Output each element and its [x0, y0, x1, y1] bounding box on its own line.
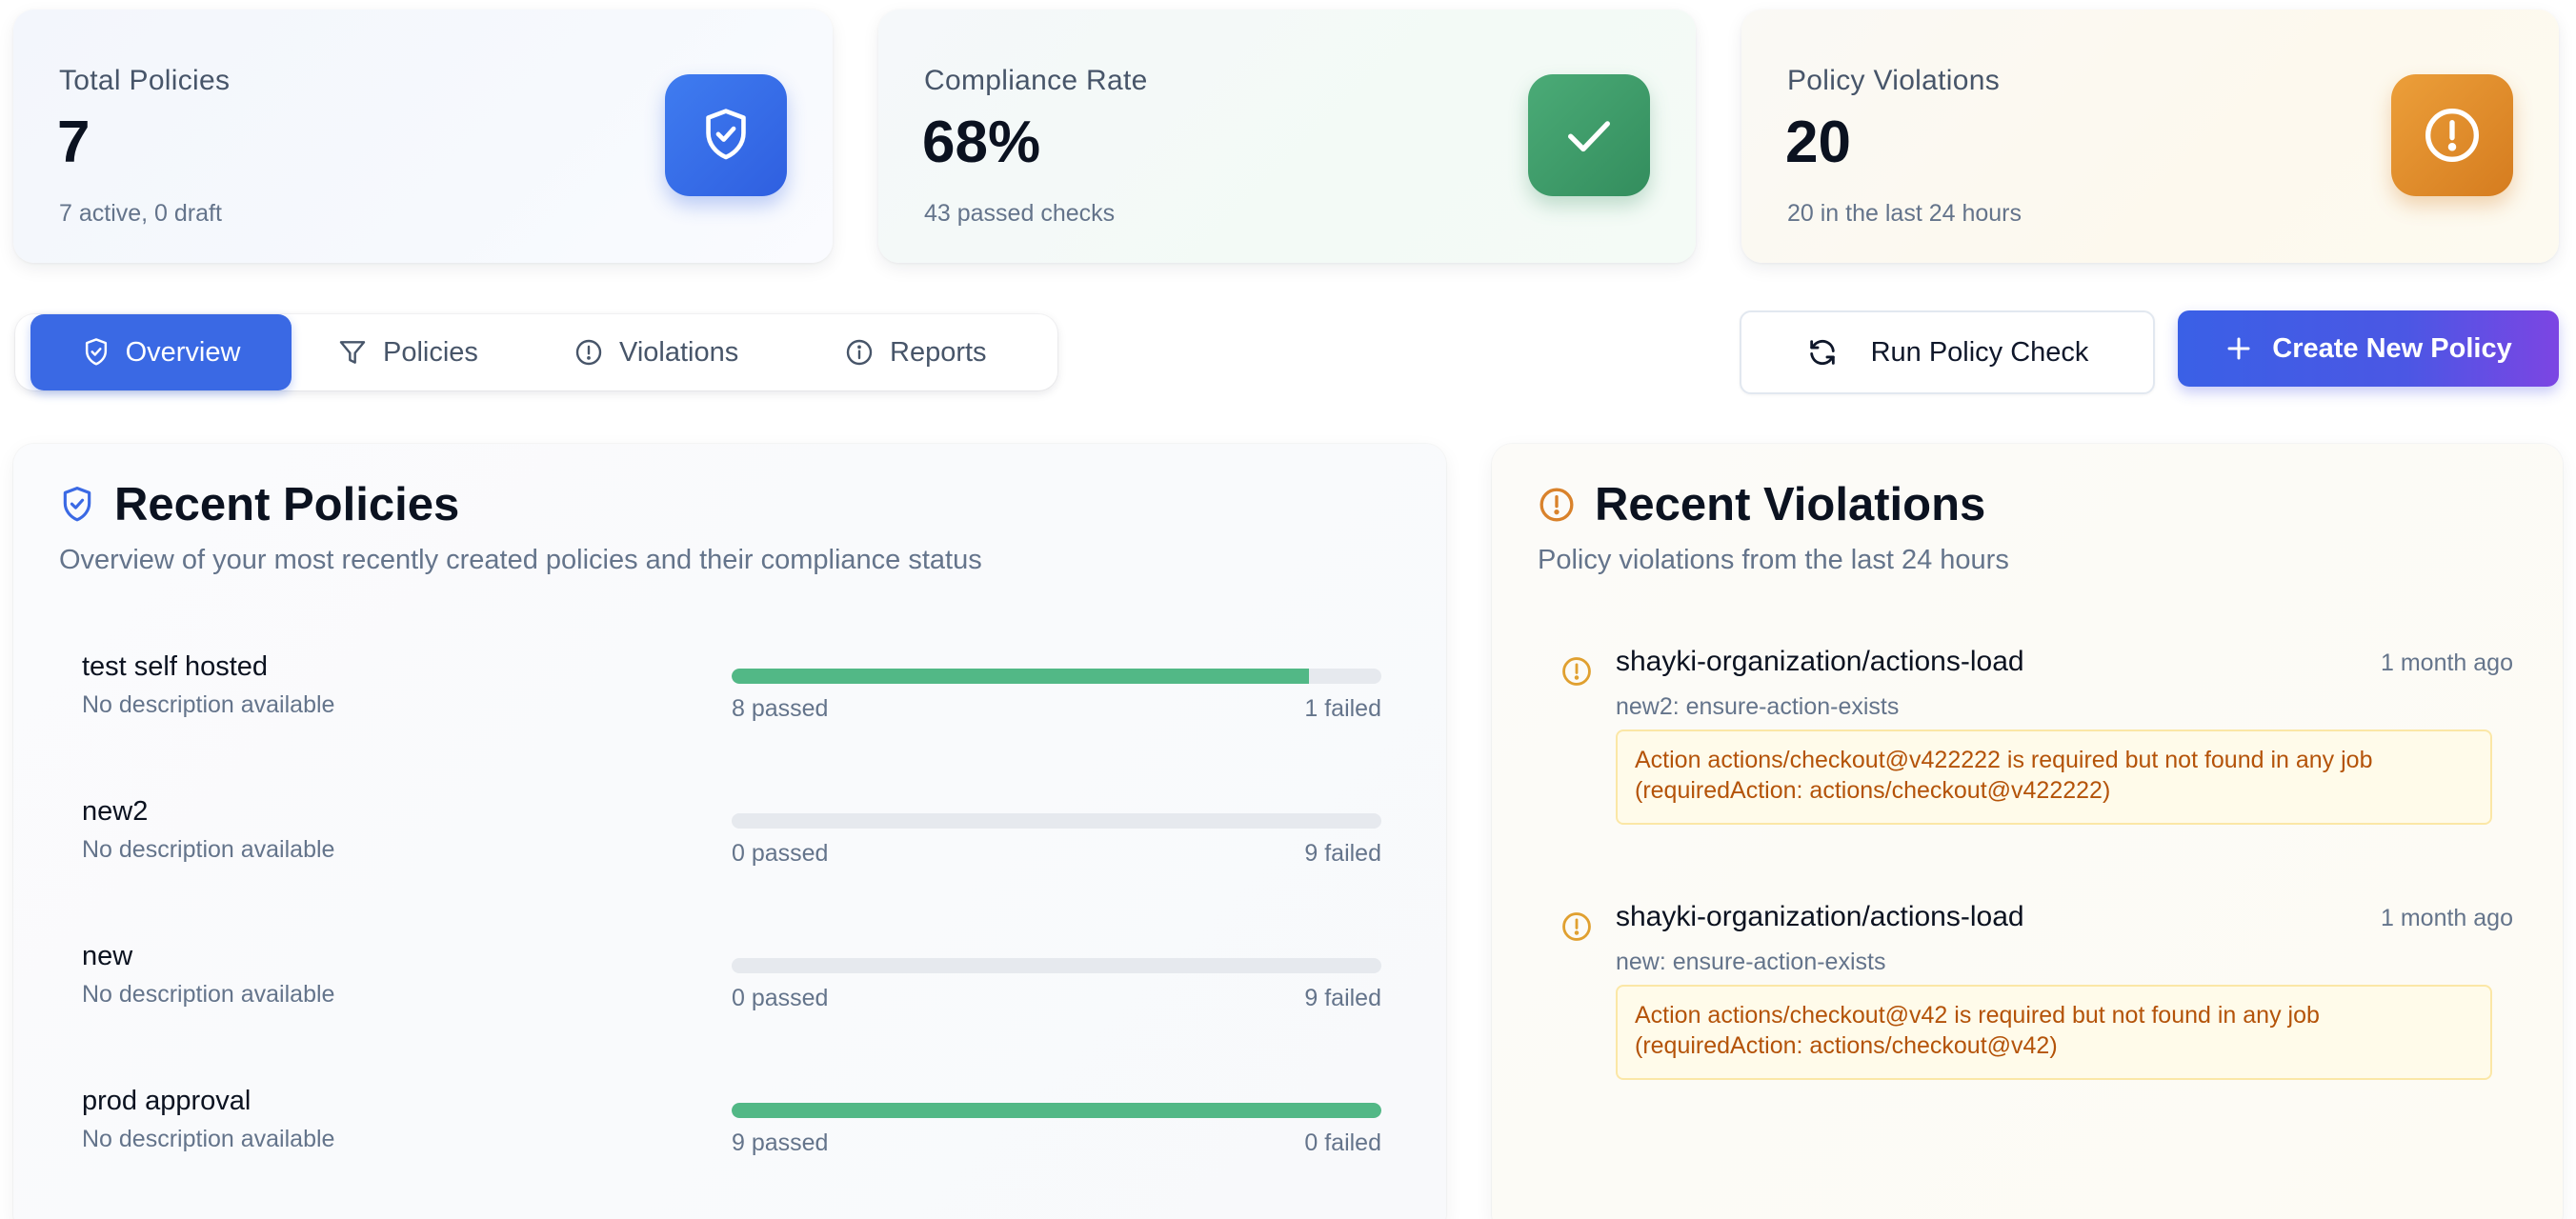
tab-reports[interactable]: Reports: [844, 314, 987, 390]
tab-label: Reports: [890, 336, 987, 368]
panel-title: Recent Policies: [114, 479, 460, 530]
plus-icon: [2227, 337, 2250, 360]
violation-rule: new: ensure-action-exists: [1616, 949, 1886, 975]
policy-name: prod approval: [82, 1086, 252, 1116]
recent-policies-panel: Recent Policies Overview of your most re…: [13, 444, 1446, 1219]
violation-message: Action actions/checkout@v42 is required …: [1616, 985, 2492, 1080]
violation-time: 1 month ago: [2381, 905, 2513, 931]
compliance-progress-bar: [732, 958, 1381, 973]
stat-card-total-policies: Total Policies 7 7 active, 0 draft: [13, 10, 833, 263]
stat-subtitle: 43 passed checks: [924, 200, 1116, 227]
panel-description: Policy violations from the last 24 hours: [1538, 545, 2009, 575]
check-icon: [1528, 74, 1650, 196]
policy-name: new2: [82, 796, 149, 827]
progress-fill: [732, 669, 1310, 684]
info-icon: [846, 339, 873, 366]
tab-violations[interactable]: Violations: [574, 314, 738, 390]
violation-time: 1 month ago: [2381, 649, 2513, 676]
policy-name: test self hosted: [82, 651, 269, 682]
panel-header: Recent Violations: [1538, 478, 1985, 531]
policy-description: No description available: [82, 691, 335, 718]
tab-label: Violations: [619, 336, 739, 368]
button-label: Run Policy Check: [1870, 336, 2089, 368]
stat-title: Policy Violations: [1787, 65, 2000, 96]
stat-card-compliance-rate: Compliance Rate 68% 43 passed checks: [878, 10, 1696, 263]
button-label: Create New Policy: [2272, 332, 2512, 364]
policy-row[interactable]: new No description available 0 passed 9 …: [82, 935, 1397, 1021]
shield-check-icon: [85, 338, 107, 366]
policy-description: No description available: [82, 1126, 335, 1152]
alert-circle-icon: [1540, 488, 1574, 522]
passed-count: 8 passed: [732, 695, 829, 722]
stat-subtitle: 7 active, 0 draft: [59, 200, 222, 227]
passed-count: 9 passed: [732, 1129, 829, 1156]
alert-circle-icon: [575, 339, 602, 366]
compliance-progress-bar: [732, 669, 1381, 684]
panel-title: Recent Violations: [1595, 479, 1986, 530]
filter-icon: [339, 341, 366, 364]
violation-message-line: Action actions/checkout@v42 is required …: [1635, 1002, 2320, 1029]
create-new-policy-button[interactable]: Create New Policy: [2178, 310, 2559, 387]
stat-title: Total Policies: [59, 65, 231, 96]
panel-description: Overview of your most recently created p…: [59, 545, 982, 575]
alert-circle-icon: [2391, 74, 2513, 196]
tab-policies[interactable]: Policies: [337, 314, 478, 390]
alert-circle-icon: [1562, 912, 1591, 941]
failed-count: 0 failed: [1304, 1129, 1381, 1156]
violation-message-line: (requiredAction: actions/checkout@v42222…: [1635, 777, 2111, 804]
policy-name: new: [82, 941, 133, 971]
stat-title: Compliance Rate: [924, 65, 1148, 96]
tab-label: Overview: [125, 336, 241, 368]
tab-overview[interactable]: Overview: [30, 314, 292, 390]
stat-value: 7: [57, 110, 91, 175]
violation-repo: shayki-organization/actions-load: [1616, 646, 2024, 677]
policy-row[interactable]: prod approval No description available 9…: [82, 1080, 1397, 1166]
violation-message-line: (requiredAction: actions/checkout@v42): [1635, 1032, 2058, 1059]
violation-rule: new2: ensure-action-exists: [1616, 693, 1900, 720]
failed-count: 1 failed: [1304, 695, 1381, 722]
passed-count: 0 passed: [732, 840, 829, 867]
violation-message: Action actions/checkout@v422222 is requi…: [1616, 729, 2492, 825]
violation-repo: shayki-organization/actions-load: [1616, 901, 2024, 932]
run-policy-check-button[interactable]: Run Policy Check: [1740, 310, 2155, 394]
tab-label: Policies: [383, 336, 478, 368]
policy-description: No description available: [82, 836, 335, 863]
policy-description: No description available: [82, 981, 335, 1008]
shield-check-icon: [63, 487, 91, 522]
compliance-progress-bar: [732, 813, 1381, 829]
passed-count: 0 passed: [732, 985, 829, 1011]
refresh-icon: [1809, 339, 1835, 366]
failed-count: 9 failed: [1304, 985, 1381, 1011]
compliance-progress-bar: [732, 1103, 1381, 1118]
violation-message-line: Action actions/checkout@v422222 is requi…: [1635, 747, 2373, 773]
tab-bar: Overview Policies Violations Reports: [15, 314, 1057, 390]
policy-row[interactable]: test self hosted No description availabl…: [82, 646, 1397, 731]
stat-value: 20: [1785, 110, 1851, 175]
progress-fill: [732, 1103, 1381, 1118]
failed-count: 9 failed: [1304, 840, 1381, 867]
stat-subtitle: 20 in the last 24 hours: [1787, 200, 2022, 227]
panel-header: Recent Policies: [59, 478, 459, 531]
alert-circle-icon: [1562, 657, 1591, 686]
stat-value: 68%: [922, 110, 1041, 175]
policy-row[interactable]: new2 No description available 0 passed 9…: [82, 790, 1397, 876]
stat-card-policy-violations: Policy Violations 20 20 in the last 24 h…: [1741, 10, 2559, 263]
recent-violations-panel: Recent Violations Policy violations from…: [1492, 444, 2563, 1219]
shield-check-icon: [665, 74, 787, 196]
